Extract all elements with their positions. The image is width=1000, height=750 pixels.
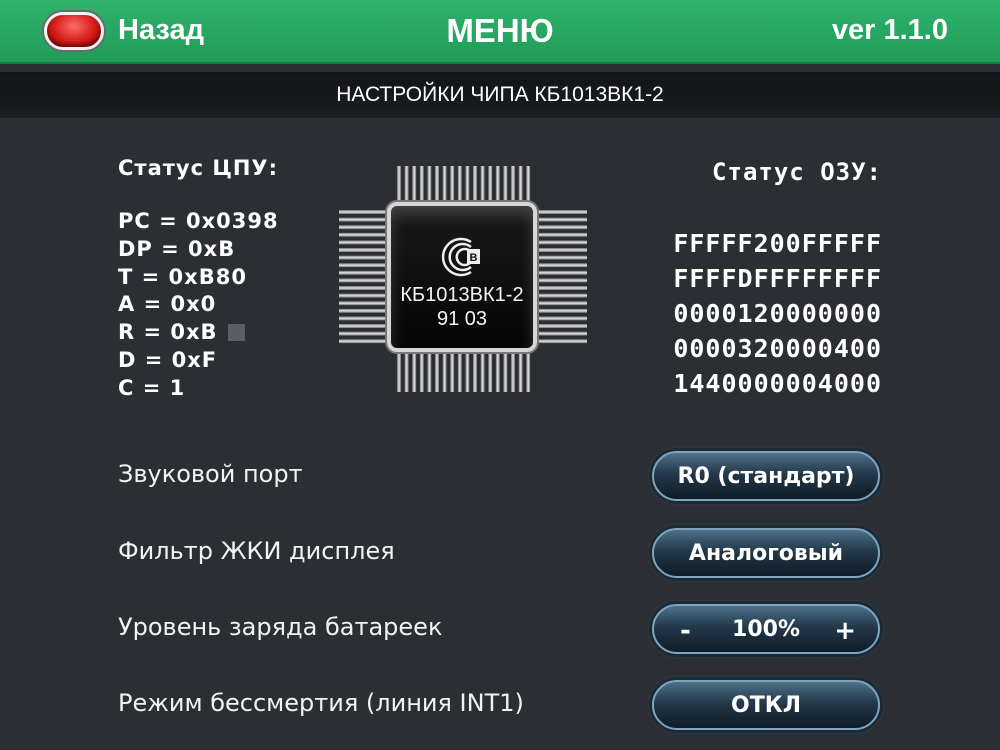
section-title: НАСТРОЙКИ ЧИПА КБ1013ВК1-2	[336, 83, 664, 106]
cpu-register-pc: PC = 0x0398	[118, 209, 279, 233]
section-header: НАСТРОЙКИ ЧИПА КБ1013ВК1-2	[0, 72, 1000, 118]
ram-line: 1440000004000	[673, 369, 882, 398]
battery-level-stepper[interactable]: - 100% +	[652, 604, 880, 654]
ram-line: FFFFF200FFFFF	[673, 229, 882, 258]
cpu-register-r-row: R = 0xB	[118, 319, 279, 347]
immortality-mode-value: ОТКЛ	[731, 692, 801, 718]
cpu-status-list: PC = 0x0398 DP = 0xB T = 0xB80 A = 0x0 R…	[118, 208, 279, 403]
cpu-register-r: R = 0xB	[118, 320, 218, 345]
immortality-mode-button[interactable]: ОТКЛ	[652, 680, 880, 730]
cpu-register-a: A = 0x0	[118, 292, 217, 317]
battery-increase-button[interactable]: +	[834, 616, 856, 646]
ram-line: FFFFDFFFFFFFF	[673, 264, 882, 293]
cpu-register-c: C = 1	[118, 375, 186, 400]
lcd-filter-button[interactable]: Аналоговый	[652, 528, 880, 578]
lcd-filter-label: Фильтр ЖКИ дисплея	[118, 537, 395, 565]
cpu-status-title: Статус ЦПУ:	[118, 156, 279, 180]
chip-code: 91 03	[436, 308, 488, 330]
cpu-register-d: D = 0xF	[118, 347, 218, 372]
chip-body: B КБ1013ВК1-2 91 03	[387, 202, 537, 352]
ram-status-list: FFFFF200FFFFF FFFFDFFFFFFFF 000012000000…	[673, 226, 882, 401]
chip-model: КБ1013ВК1-2	[400, 284, 524, 306]
battery-decrease-button[interactable]: -	[680, 616, 691, 646]
version-label: ver 1.1.0	[831, 14, 948, 46]
lcd-filter-value: Аналоговый	[688, 540, 844, 566]
chip-logo-icon: B	[441, 237, 480, 277]
sound-port-value: R0 (стандарт)	[677, 463, 855, 489]
chip-image: B КБ1013ВК1-2 91 03	[335, 160, 591, 396]
r-indicator-icon	[227, 324, 245, 342]
top-bar: Назад МЕНЮ ver 1.1.0	[0, 0, 1000, 64]
cpu-register-dp: DP = 0xB	[118, 236, 236, 261]
ram-status-title: Статус ОЗУ:	[712, 158, 882, 186]
battery-level-value: 100%	[732, 616, 800, 642]
cpu-register-t: T = 0xB80	[118, 264, 247, 289]
immortality-mode-label: Режим бессмертия (линия INT1)	[118, 689, 524, 717]
battery-level-label: Уровень заряда батареек	[118, 613, 443, 641]
svg-text:B: B	[470, 252, 478, 264]
sound-port-button[interactable]: R0 (стандарт)	[652, 451, 880, 501]
ram-line: 0000320000400	[673, 334, 882, 363]
sound-port-label: Звуковой порт	[118, 460, 303, 488]
ram-line: 0000120000000	[673, 299, 882, 328]
